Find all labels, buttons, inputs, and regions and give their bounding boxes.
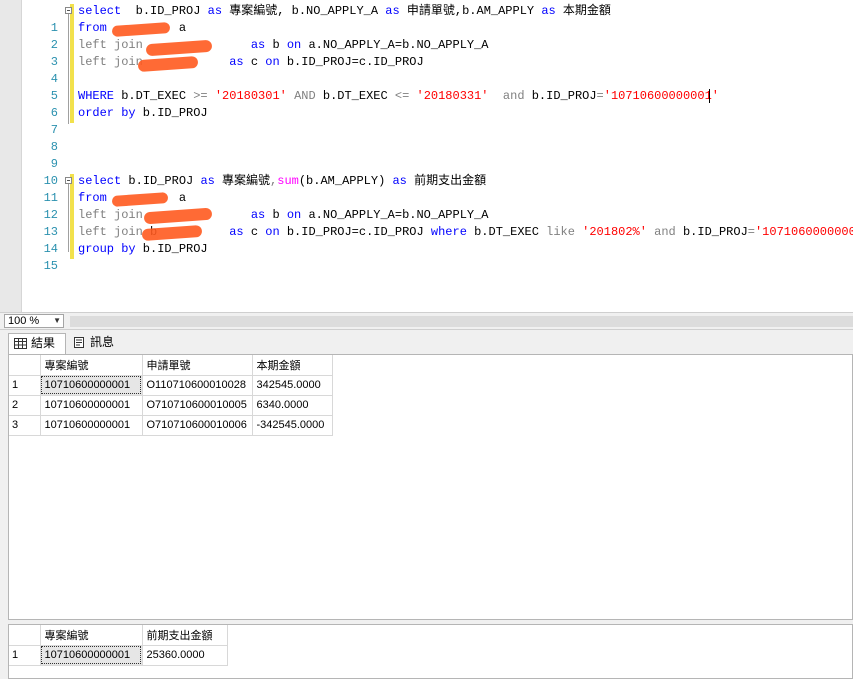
corner-cell[interactable] bbox=[9, 625, 41, 646]
column-header[interactable]: 申請單號 bbox=[142, 355, 253, 376]
code-line[interactable]: 1 select b.ID_PROJ as 專案編號, b.NO_APPLY_A… bbox=[0, 3, 853, 35]
table-cell[interactable]: 6340.0000 bbox=[252, 395, 333, 416]
sql-editor[interactable]: 1 select b.ID_PROJ as 專案編號, b.NO_APPLY_A… bbox=[0, 0, 853, 312]
table-cell[interactable]: 342545.0000 bbox=[252, 375, 333, 396]
result-grid-1[interactable]: 專案編號 申請單號 本期金額 1 10710600000001 O1107106… bbox=[8, 354, 853, 620]
result-table-1[interactable]: 專案編號 申請單號 本期金額 1 10710600000001 O1107106… bbox=[9, 355, 333, 436]
results-tab-strip: 結果 訊息 bbox=[0, 330, 853, 354]
row-number[interactable]: 1 bbox=[9, 375, 41, 396]
table-cell[interactable]: 10710600000001 bbox=[40, 415, 143, 436]
chevron-down-icon[interactable]: ▼ bbox=[53, 315, 61, 327]
line-number: 15 bbox=[43, 259, 58, 273]
code-line[interactable]: 7 order by b.ID_PROJ bbox=[0, 105, 853, 137]
column-header[interactable]: 專案編號 bbox=[40, 355, 143, 376]
table-cell[interactable]: O710710600010005 bbox=[142, 395, 253, 416]
row-number[interactable]: 1 bbox=[9, 645, 41, 666]
tab-label: 訊息 bbox=[90, 335, 115, 349]
code-line[interactable]: 4 left join as c on b.ID_PROJ=c.ID_PROJ bbox=[0, 54, 853, 86]
code-line[interactable]: 5 bbox=[0, 71, 853, 103]
table-cell[interactable]: 10710600000001 bbox=[40, 645, 143, 666]
code-line[interactable]: 13 left join as b on a.NO_APPLY_A=b.NO_A… bbox=[0, 207, 853, 239]
code-line[interactable]: 15 group by b.ID_PROJ bbox=[0, 241, 853, 273]
horizontal-scrollbar[interactable] bbox=[70, 316, 853, 327]
column-header[interactable]: 前期支出金額 bbox=[142, 625, 228, 646]
code-text: WHERE b.DT_EXEC >= '20180301' AND b.DT_E… bbox=[78, 89, 719, 103]
code-line[interactable]: 14 left join b as c on b.ID_PROJ=c.ID_PR… bbox=[0, 224, 853, 256]
row-number[interactable]: 2 bbox=[9, 395, 41, 416]
code-text: left join as b on a.NO_APPLY_A=b.NO_APPL… bbox=[78, 208, 489, 222]
code-text: left join as c on b.ID_PROJ=c.ID_PROJ bbox=[78, 55, 424, 69]
corner-cell[interactable] bbox=[9, 355, 41, 376]
collapse-icon[interactable] bbox=[65, 7, 72, 14]
code-line[interactable]: 9 bbox=[0, 139, 853, 171]
code-text: left join as b on a.NO_APPLY_A=b.NO_APPL… bbox=[78, 38, 489, 52]
code-line[interactable]: 10 bbox=[0, 156, 853, 188]
code-line[interactable]: 8 bbox=[0, 122, 853, 154]
table-row[interactable]: 2 10710600000001 O710710600010005 6340.0… bbox=[9, 395, 333, 416]
table-row[interactable]: 1 10710600000001 O110710600010028 342545… bbox=[9, 375, 333, 396]
table-cell[interactable]: -342545.0000 bbox=[252, 415, 333, 436]
collapse-icon[interactable] bbox=[65, 177, 72, 184]
column-header[interactable]: 專案編號 bbox=[40, 625, 143, 646]
code-text: order by b.ID_PROJ bbox=[78, 106, 208, 120]
tab-label: 結果 bbox=[31, 336, 56, 350]
code-line[interactable]: 6 WHERE b.DT_EXEC >= '20180301' AND b.DT… bbox=[0, 88, 853, 120]
zoom-dropdown[interactable]: 100 % ▼ bbox=[4, 314, 64, 328]
code-line[interactable]: 3 left join as b on a.NO_APPLY_A=b.NO_AP… bbox=[0, 37, 853, 69]
grid-icon bbox=[14, 338, 27, 349]
table-cell[interactable]: O710710600010006 bbox=[142, 415, 253, 436]
table-cell[interactable]: 10710600000001 bbox=[40, 395, 143, 416]
table-header-row: 專案編號 前期支出金額 bbox=[9, 625, 228, 646]
table-row[interactable]: 1 10710600000001 25360.0000 bbox=[9, 645, 228, 666]
tab-messages[interactable]: 訊息 bbox=[68, 333, 124, 354]
zoom-value: 100 % bbox=[8, 315, 40, 327]
result-table-2[interactable]: 專案編號 前期支出金額 1 10710600000001 25360.0000 bbox=[9, 625, 228, 666]
table-cell[interactable]: 25360.0000 bbox=[142, 645, 228, 666]
table-cell[interactable]: O110710600010028 bbox=[142, 375, 253, 396]
code-line[interactable]: 11 select b.ID_PROJ as 專案編號,sum(b.AM_APP… bbox=[0, 173, 853, 205]
code-text: select b.ID_PROJ as 專案編號, b.NO_APPLY_A a… bbox=[78, 4, 611, 18]
table-row[interactable]: 3 10710600000001 O710710600010006 -34254… bbox=[9, 415, 333, 436]
tab-results[interactable]: 結果 bbox=[8, 333, 66, 354]
code-text: group by b.ID_PROJ bbox=[78, 242, 208, 256]
messages-icon bbox=[74, 337, 84, 348]
table-header-row: 專案編號 申請單號 本期金額 bbox=[9, 355, 333, 376]
editor-status-bar: 100 % ▼ bbox=[0, 312, 853, 330]
row-number[interactable]: 3 bbox=[9, 415, 41, 436]
text-caret bbox=[709, 89, 710, 103]
results-area: 專案編號 申請單號 本期金額 1 10710600000001 O1107106… bbox=[0, 354, 853, 679]
column-header[interactable]: 本期金額 bbox=[252, 355, 333, 376]
result-grid-2[interactable]: 專案編號 前期支出金額 1 10710600000001 25360.0000 bbox=[8, 624, 853, 679]
code-text: select b.ID_PROJ as 專案編號,sum(b.AM_APPLY)… bbox=[78, 174, 487, 188]
table-cell[interactable]: 10710600000001 bbox=[40, 375, 143, 396]
